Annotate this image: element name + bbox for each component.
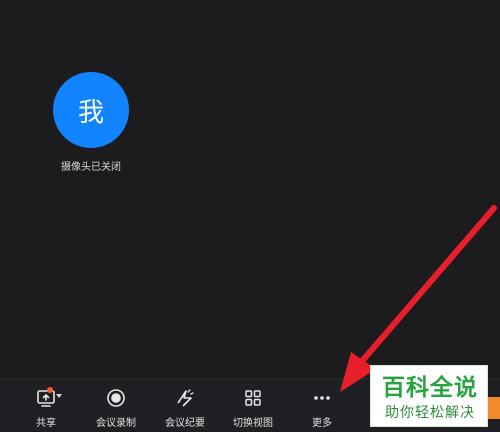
record-label: 会议录制 — [96, 418, 136, 429]
more-button[interactable]: 更多 — [291, 379, 353, 432]
participant-tile[interactable]: 我 摄像头已关闭 — [53, 72, 129, 173]
share-label: 共享 — [36, 418, 56, 429]
notification-dot — [47, 387, 53, 393]
chevron-down-icon[interactable] — [56, 394, 62, 398]
more-icon — [314, 396, 330, 400]
camera-status-label: 摄像头已关闭 — [61, 162, 121, 173]
watermark-subtitle: 助你轻松解决 — [385, 405, 475, 421]
edge-badge — [488, 397, 500, 419]
more-label: 更多 — [312, 418, 332, 429]
meeting-notes-label: 会议纪要 — [165, 418, 205, 429]
share-screen-icon — [37, 390, 55, 407]
meeting-notes-icon — [177, 389, 194, 407]
meeting-notes-button[interactable]: 会议纪要 — [154, 379, 216, 432]
switch-view-label: 切换视图 — [233, 418, 273, 429]
watermark-logo: 百科全说 助你轻松解决 — [370, 365, 488, 427]
share-button[interactable]: 共享 — [15, 379, 77, 432]
record-icon — [107, 389, 125, 407]
video-area: 我 摄像头已关闭 — [0, 0, 500, 377]
switch-view-icon — [245, 390, 261, 406]
record-button[interactable]: 会议录制 — [85, 379, 147, 432]
watermark-title: 百科全说 — [382, 375, 478, 401]
avatar: 我 — [53, 72, 129, 148]
switch-view-button[interactable]: 切换视图 — [222, 379, 284, 432]
